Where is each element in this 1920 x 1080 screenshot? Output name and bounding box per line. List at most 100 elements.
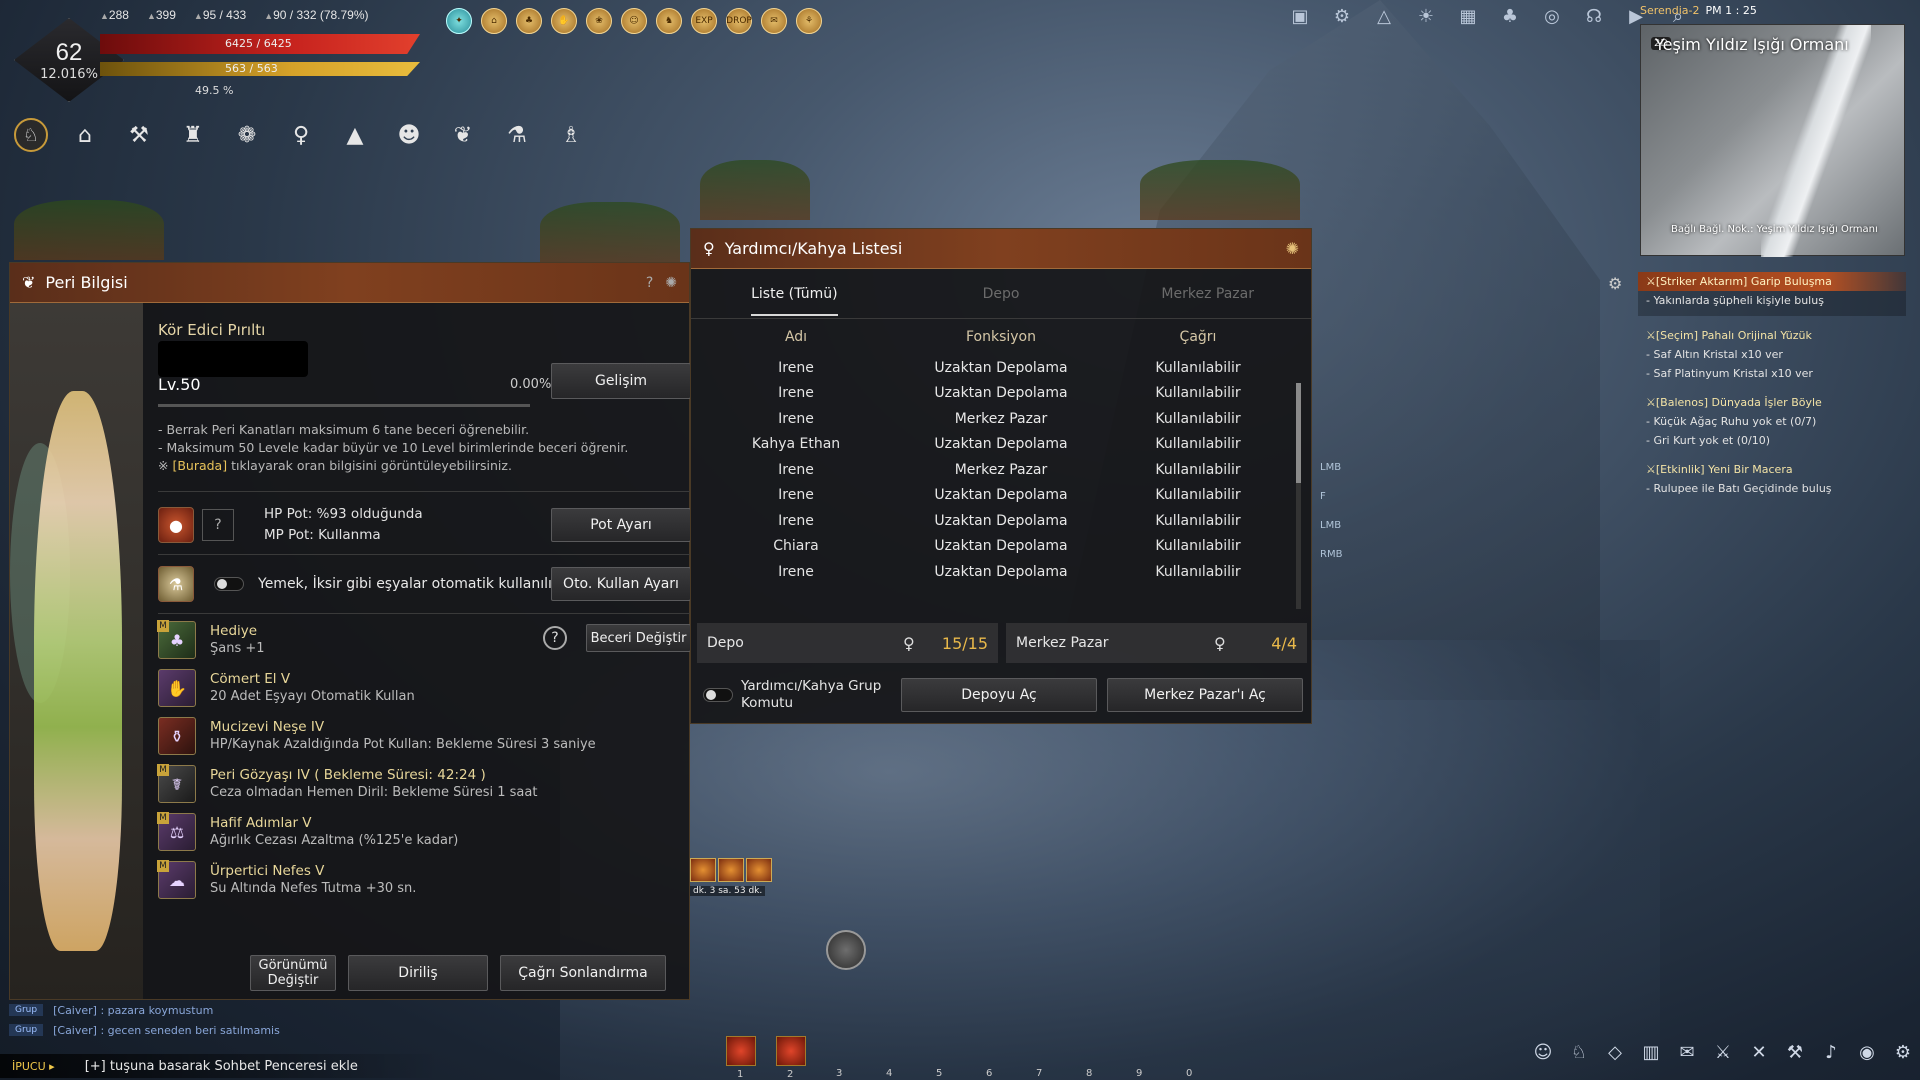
table-row[interactable]: Irene Uzaktan Depolama Kullanılabilir — [691, 559, 1311, 585]
compass-icon[interactable]: ✦ — [446, 8, 472, 34]
change-skill-button[interactable]: Beceri Değiştir — [586, 624, 691, 652]
fairy-icon[interactable]: ❦ — [446, 118, 480, 152]
hotbar-slot[interactable]: 9 — [1126, 1036, 1156, 1079]
table-row[interactable]: Irene Merkez Pazar Kullanılabilir — [691, 457, 1311, 483]
grow-button[interactable]: Gelişim — [551, 363, 691, 399]
close-x-icon[interactable]: ✕ — [1748, 1042, 1770, 1064]
question-box[interactable]: ? — [202, 509, 234, 541]
calendar-icon[interactable]: ▦ — [1456, 6, 1480, 30]
quest-item[interactable]: [Etkinlik] Yeni Bir Macera - Rulupee ile… — [1638, 460, 1906, 498]
chat-bubble-icon[interactable]: ◉ — [1856, 1042, 1878, 1064]
hotbar-slot[interactable]: 5 — [926, 1036, 956, 1079]
rate-info-link[interactable]: [Burada] — [172, 458, 227, 473]
hotbar-slot[interactable]: 3 — [826, 1036, 856, 1079]
key-hint-lmb: LMB — [1320, 520, 1342, 531]
tree-icon[interactable]: ♣ — [516, 8, 542, 34]
pot-settings-button[interactable]: Pot Ayarı — [551, 508, 691, 542]
dancer-icon[interactable]: ♞ — [656, 8, 682, 34]
table-row[interactable]: Irene Uzaktan Depolama Kullanılabilir — [691, 508, 1311, 534]
drop-boost-icon[interactable]: DROP — [726, 8, 752, 34]
skill-help-icon[interactable]: ? — [543, 626, 567, 650]
tab-depot[interactable]: Depo — [898, 269, 1105, 318]
settings-icon[interactable]: ✺ — [1286, 239, 1299, 258]
hotbar-slot[interactable]: 4 — [876, 1036, 906, 1079]
headset-icon[interactable]: ☊ — [1582, 6, 1606, 30]
table-row[interactable]: Irene Uzaktan Depolama Kullanılabilir — [691, 381, 1311, 407]
crossed-swords-icon[interactable]: ⚔ — [1712, 1042, 1734, 1064]
player-stats: 288 399 95 / 433 90 / 332 (78.79%) — [100, 8, 369, 22]
tool-icon[interactable]: ⚒ — [1784, 1042, 1806, 1064]
quest-item[interactable]: [Seçim] Pahalı Orijinal Yüzük - Saf Altı… — [1638, 326, 1906, 383]
fairy-panel-header[interactable]: ❦ Peri Bilgisi ? ✺ — [10, 263, 689, 303]
worker-icon[interactable]: ⚒ — [122, 118, 156, 152]
table-row[interactable]: Irene Uzaktan Depolama Kullanılabilir — [691, 483, 1311, 509]
settings-icon[interactable]: ✺ — [665, 275, 677, 291]
auto-use-settings-button[interactable]: Oto. Kullan Ayarı — [551, 567, 691, 601]
gift-box-icon[interactable]: ▥ — [1640, 1042, 1662, 1064]
quest-item[interactable]: [Striker Aktarım] Garip Buluşma - Yakınl… — [1638, 272, 1906, 316]
info-icon[interactable]: ◎ — [1540, 6, 1564, 30]
table-row[interactable]: Kahya Ethan Uzaktan Depolama Kullanılabili… — [691, 432, 1311, 458]
town-icon[interactable]: ♜ — [176, 118, 210, 152]
hotbar-slot[interactable]: 2 — [776, 1036, 806, 1080]
tab-list-all[interactable]: Liste (Tümü) — [691, 269, 898, 318]
end-summon-button[interactable]: Çağrı Sonlandırma — [500, 955, 666, 991]
house-icon[interactable]: ⌂ — [68, 118, 102, 152]
shop-icon[interactable]: ⌂ — [481, 8, 507, 34]
maid-icon[interactable]: ♀ — [284, 118, 318, 152]
bell-icon[interactable]: ♪ — [1820, 1042, 1842, 1064]
revive-button[interactable]: Diriliş — [348, 955, 488, 991]
gift-icon[interactable]: ✉ — [761, 8, 787, 34]
paw-icon[interactable]: ❀ — [586, 8, 612, 34]
hotbar-slot[interactable]: 1 — [726, 1036, 756, 1080]
horse-icon[interactable]: ♘ — [14, 118, 48, 152]
helper-scrollbar[interactable] — [1296, 383, 1301, 609]
hotbar-slot[interactable]: 0 — [1176, 1036, 1206, 1079]
people-icon[interactable]: ☺ — [621, 8, 647, 34]
hand-icon[interactable]: ✋ — [551, 8, 577, 34]
buff-icon[interactable] — [690, 858, 716, 882]
character-icon[interactable]: ☺ — [1532, 1042, 1554, 1064]
open-depot-button[interactable]: Depoyu Aç — [901, 678, 1097, 712]
network-icon[interactable]: ⚘ — [796, 8, 822, 34]
quest-title[interactable]: [Striker Aktarım] Garip Buluşma — [1638, 272, 1906, 291]
change-appearance-button[interactable]: Görünümü Değiştir — [250, 955, 336, 991]
triangle-icon[interactable]: △ — [1372, 6, 1396, 30]
alchemy-icon[interactable]: ⚗ — [500, 118, 534, 152]
open-market-button[interactable]: Merkez Pazar'ı Aç — [1107, 678, 1303, 712]
buff-icon[interactable] — [746, 858, 772, 882]
tree-top-icon[interactable]: ♣ — [1498, 6, 1522, 30]
quest-title[interactable]: [Etkinlik] Yeni Bir Macera — [1638, 460, 1906, 479]
summon-icon[interactable]: ♗ — [554, 118, 588, 152]
table-row[interactable]: Irene Merkez Pazar Kullanılabilir — [691, 406, 1311, 432]
tab-market[interactable]: Merkez Pazar — [1104, 269, 1311, 318]
quest-title[interactable]: [Balenos] Dünyada İşler Böyle — [1638, 393, 1906, 412]
table-row[interactable]: Irene Uzaktan Depolama Kullanılabilir — [691, 355, 1311, 381]
camp-icon[interactable]: ▲ — [338, 118, 372, 152]
decor-house-mid — [700, 160, 810, 220]
diamond-icon[interactable]: ◇ — [1604, 1042, 1626, 1064]
settings-menu-icon[interactable]: ⚙ — [1330, 6, 1354, 30]
hotbar-slot[interactable]: 7 — [1026, 1036, 1056, 1079]
quest-item[interactable]: [Balenos] Dünyada İşler Böyle - Küçük Ağ… — [1638, 393, 1906, 450]
quest-settings-icon[interactable]: ⚙ — [1608, 274, 1622, 293]
auto-use-toggle[interactable] — [214, 577, 244, 591]
level-badge[interactable]: 62 12.016% — [14, 18, 124, 102]
mail-icon[interactable]: ✉ — [1676, 1042, 1698, 1064]
help-icon[interactable]: ? — [646, 275, 653, 291]
pet-paw-icon[interactable]: ❁ — [230, 118, 264, 152]
pet-icon[interactable]: ♘ — [1568, 1042, 1590, 1064]
minimap[interactable]: 2D Yeşim Yıldız Işığı Ormanı Bağlı Bağl.… — [1640, 24, 1905, 257]
table-row[interactable]: Chiara Uzaktan Depolama Kullanılabilir — [691, 534, 1311, 560]
quest-title[interactable]: [Seçim] Pahalı Orijinal Yüzük — [1638, 326, 1906, 345]
storage-icon[interactable]: ▣ — [1288, 6, 1312, 30]
family-exp-icon[interactable]: ☻ — [392, 118, 426, 152]
group-command-toggle[interactable] — [703, 688, 733, 702]
hotbar-slot[interactable]: 8 — [1076, 1036, 1106, 1079]
gear-icon[interactable]: ⚙ — [1892, 1042, 1914, 1064]
buff-icon[interactable] — [718, 858, 744, 882]
hotbar-slot[interactable]: 6 — [976, 1036, 1006, 1079]
solare-icon[interactable]: ☀ — [1414, 6, 1438, 30]
helper-panel-header[interactable]: ♀ Yardımcı/Kahya Listesi ✺ — [691, 229, 1311, 269]
exp-boost-icon[interactable]: EXP — [691, 8, 717, 34]
